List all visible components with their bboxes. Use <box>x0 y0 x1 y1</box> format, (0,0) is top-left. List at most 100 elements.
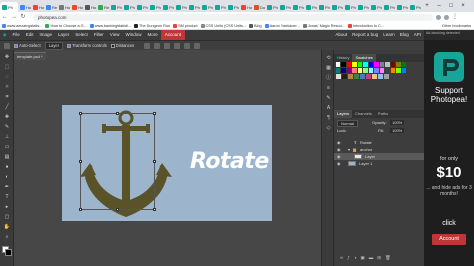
maximize-icon[interactable]: □ <box>445 3 457 9</box>
link-api[interactable]: API <box>414 30 421 40</box>
color-swatch[interactable] <box>390 62 396 67</box>
document-tab[interactable]: template.psd * <box>14 52 46 60</box>
visibility-eye-icon[interactable]: ◉ <box>337 146 341 153</box>
color-swatch[interactable] <box>368 62 374 67</box>
browser-tab[interactable]: Ph <box>122 2 135 12</box>
layer-row-layer-selected[interactable]: ◉ Layer <box>334 153 424 160</box>
menu-filter[interactable]: Filter <box>91 30 107 40</box>
marquee-tool-icon[interactable]: ⬚ <box>3 64 11 71</box>
tab-channels[interactable]: Channels <box>352 110 375 118</box>
browser-tab[interactable]: Ph <box>174 2 187 12</box>
color-swatch[interactable] <box>379 68 385 73</box>
menu-layer[interactable]: Layer <box>55 30 72 40</box>
browser-tab[interactable]: Ph <box>226 2 239 12</box>
color-swatch[interactable] <box>357 68 363 73</box>
lasso-tool-icon[interactable]: ◌ <box>3 74 11 81</box>
browser-tab[interactable]: Ph <box>161 2 174 12</box>
color-swatch[interactable] <box>342 74 347 79</box>
browser-tab[interactable]: Ph <box>382 2 395 12</box>
info-panel-icon[interactable]: ⓘ <box>325 75 332 81</box>
link-layers-icon[interactable]: ∞ <box>340 255 343 263</box>
eyedropper-tool-icon[interactable]: ╱ <box>3 104 11 111</box>
dodge-tool-icon[interactable]: ◐ <box>3 174 11 181</box>
browser-tab[interactable]: Re <box>44 2 57 12</box>
color-swatch[interactable] <box>372 74 377 79</box>
browser-tab[interactable]: Ph <box>278 2 291 12</box>
shape-tool-icon[interactable]: ▢ <box>3 214 11 221</box>
color-swatch[interactable] <box>341 68 346 73</box>
color-swatch[interactable] <box>368 68 374 73</box>
bookmark-item[interactable]: CSS Units (CSS Units... <box>200 23 246 28</box>
zoom-tool-icon[interactable]: ⌕ <box>3 234 11 241</box>
path-select-tool-icon[interactable]: ▸ <box>3 204 11 211</box>
layer-row-anchor[interactable]: ◉ ▾ ▆ anchor <box>334 146 424 153</box>
bookmark-item[interactable]: Jonas' Magic Resou... <box>302 23 345 28</box>
link-learn[interactable]: Learn <box>383 30 395 40</box>
color-swatch[interactable] <box>378 74 383 79</box>
browser-tab[interactable]: Ph <box>135 2 148 12</box>
healing-tool-icon[interactable]: ✚ <box>3 114 11 121</box>
link-report-bug[interactable]: Report a bug <box>352 30 378 40</box>
align-bottom-icon[interactable] <box>194 42 201 49</box>
fill-input[interactable]: 100% <box>390 128 405 133</box>
bookmark-item[interactable]: The Dungeon Run <box>134 23 170 28</box>
auto-select-target-select[interactable]: Layer <box>44 41 64 50</box>
minimize-icon[interactable]: – <box>433 3 445 9</box>
link-blog[interactable]: Blog <box>400 30 409 40</box>
brush-tool-icon[interactable]: ✎ <box>3 124 11 131</box>
tab-layers[interactable]: Layers <box>334 110 353 118</box>
transform-handle[interactable] <box>153 208 156 211</box>
color-swatch[interactable] <box>357 62 363 67</box>
auto-select-checkbox[interactable]: Auto-Select <box>14 43 41 48</box>
transform-handle[interactable] <box>79 160 82 163</box>
align-center-icon[interactable] <box>154 42 161 49</box>
new-layer-icon[interactable]: ⊞ <box>377 255 381 263</box>
browser-tab[interactable]: Ho <box>70 2 83 12</box>
color-swatch[interactable] <box>346 68 352 73</box>
color-swatch[interactable] <box>390 68 396 73</box>
transform-handle[interactable] <box>79 112 82 115</box>
browser-tab[interactable]: Ph <box>408 2 421 12</box>
transform-bounding-box[interactable] <box>79 112 156 211</box>
tab-swatches[interactable]: Swatches <box>352 54 376 62</box>
color-swatch[interactable] <box>348 74 353 79</box>
new-group-icon[interactable]: ▬ <box>369 255 374 263</box>
pen-tool-icon[interactable]: ✒ <box>3 184 11 191</box>
menu-edit[interactable]: Edit <box>23 30 37 40</box>
transform-handle[interactable] <box>153 112 156 115</box>
color-swatch[interactable] <box>363 68 368 73</box>
ad-account-button[interactable]: Account <box>432 234 466 245</box>
back-icon[interactable]: ← <box>2 13 8 21</box>
color-swatch[interactable] <box>379 62 385 67</box>
hand-tool-icon[interactable]: ✋ <box>3 224 11 231</box>
paragraph-panel-icon[interactable]: ¶ <box>325 115 332 121</box>
browser-tab[interactable]: Do <box>252 2 265 12</box>
color-swatch[interactable] <box>396 62 401 67</box>
browser-tab[interactable]: Ho <box>239 2 252 12</box>
bookmark-item[interactable]: www.amazingstatis... <box>2 23 42 28</box>
layer-mask-icon[interactable]: ▣ <box>360 255 364 263</box>
adjustment-layer-icon[interactable]: ◑ <box>354 255 357 263</box>
photopea-logo-icon[interactable]: ◆ <box>0 30 9 40</box>
reload-icon[interactable]: ↻ <box>20 13 26 21</box>
browser-tab[interactable]: Ph <box>187 2 200 12</box>
new-tab-icon[interactable]: + <box>421 3 433 9</box>
browser-tab[interactable]: Ph <box>291 2 304 12</box>
link-about[interactable]: About <box>335 30 347 40</box>
color-swatch[interactable] <box>374 68 379 73</box>
menu-select[interactable]: Select <box>72 30 91 40</box>
visibility-eye-icon[interactable]: ◉ <box>337 160 341 167</box>
layer-effects-icon[interactable]: ƒ <box>347 255 350 263</box>
align-middle-icon[interactable] <box>184 42 191 49</box>
browser-tab[interactable]: Ph <box>343 2 356 12</box>
color-swatch[interactable] <box>341 62 346 67</box>
url-field[interactable]: photopea.com <box>33 13 433 21</box>
browser-tab[interactable]: Ho <box>57 2 70 12</box>
color-swatch[interactable] <box>385 68 390 73</box>
browser-tab[interactable]: Ph <box>317 2 330 12</box>
color-swatch[interactable] <box>360 74 365 79</box>
magic-wand-tool-icon[interactable]: ✧ <box>3 84 11 91</box>
crop-tool-icon[interactable]: ⌗ <box>3 94 11 101</box>
browser-tab[interactable]: Ph <box>213 2 226 12</box>
browser-tab[interactable]: Ph <box>200 2 213 12</box>
